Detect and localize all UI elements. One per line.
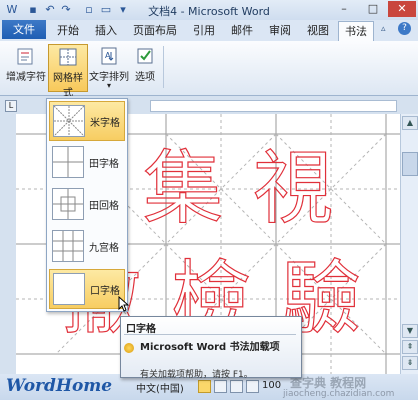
print-layout-view-icon[interactable]	[198, 380, 211, 393]
tianhui-grid-icon	[52, 188, 84, 220]
text-arrangement-dropdown-arrow: ▾	[106, 81, 111, 90]
tab-review[interactable]: 审阅	[264, 21, 296, 40]
char-1: 集	[142, 141, 223, 235]
text-arrangement-icon: A	[101, 47, 117, 65]
ruler-bar[interactable]	[150, 100, 397, 112]
mi-grid-icon	[53, 105, 85, 137]
kou-grid-icon	[53, 273, 85, 305]
add-remove-chars-button[interactable]: 增减字符	[6, 44, 46, 90]
vertical-ruler	[0, 114, 16, 374]
site-url-watermark: jiaocheng.chazidian.com	[283, 389, 395, 399]
scroll-down-icon[interactable]: ▼	[402, 324, 418, 338]
close-button[interactable]: ✕	[388, 1, 416, 17]
options-button[interactable]: 选项	[132, 44, 158, 90]
options-label: 选项	[135, 72, 155, 83]
help-icon[interactable]: ?	[398, 22, 411, 35]
grid-style-button[interactable]: 网格样式 ▾	[48, 44, 88, 106]
minimize-button[interactable]: –	[330, 1, 358, 17]
grid-option-label: 口字格	[90, 286, 120, 297]
zoom-level[interactable]: 100	[262, 380, 281, 391]
grid-option-mi[interactable]: 米字格	[49, 101, 125, 141]
grid-option-kou[interactable]: 口字格	[49, 269, 125, 309]
grid-option-label: 田回格	[89, 201, 119, 212]
tooltip-heading: Microsoft Word 书法加载项	[140, 342, 280, 353]
previous-page-icon[interactable]: ⇞	[402, 340, 418, 354]
ribbon-collapse-icon[interactable]: ▵	[381, 24, 386, 34]
tooltip-divider	[124, 334, 296, 335]
ribbon-divider	[163, 46, 164, 88]
tab-calligraphy[interactable]: 书法	[338, 21, 374, 41]
tooltip-title: 口字格	[126, 324, 156, 335]
grid-option-tian[interactable]: 田字格	[49, 143, 123, 181]
grid-option-jiugong[interactable]: 九宫格	[49, 227, 123, 265]
options-icon	[137, 48, 153, 64]
calligraphy-row-1: 集視	[128, 134, 400, 244]
web-layout-view-icon[interactable]	[230, 380, 243, 393]
tab-mailings[interactable]: 邮件	[226, 21, 258, 40]
jiugong-grid-icon	[52, 230, 84, 262]
tab-insert[interactable]: 插入	[90, 21, 122, 40]
text-arrangement-button[interactable]: A 文字排列 ▾	[88, 44, 130, 90]
wordhome-logo: WordHome	[6, 376, 113, 396]
full-screen-view-icon[interactable]	[214, 380, 227, 393]
add-remove-chars-icon	[17, 48, 33, 65]
grid-option-tianhui[interactable]: 田回格	[49, 185, 123, 223]
grid-style-icon	[59, 48, 77, 66]
add-remove-chars-label: 增减字符	[6, 72, 46, 83]
grid-option-label: 米字格	[90, 118, 120, 129]
mouse-cursor-icon	[118, 296, 130, 312]
tab-references[interactable]: 引用	[188, 21, 220, 40]
grid-option-label: 田字格	[89, 159, 119, 170]
scroll-thumb[interactable]	[402, 152, 418, 176]
tab-file[interactable]: 文件	[2, 20, 46, 39]
outline-view-icon[interactable]	[246, 380, 259, 393]
tab-home[interactable]: 开始	[52, 21, 84, 40]
scroll-up-icon[interactable]: ▲	[402, 116, 418, 130]
tab-selector-icon[interactable]: L	[5, 100, 17, 112]
maximize-button[interactable]: □	[359, 1, 387, 17]
tooltip-help-text: 有关加载项帮助，请按 F1。	[140, 370, 253, 380]
char-2: 視	[252, 141, 333, 235]
addin-gear-icon	[124, 343, 134, 353]
language-indicator[interactable]: 中文(中国)	[136, 380, 184, 395]
tian-grid-icon	[52, 146, 84, 178]
next-page-icon[interactable]: ⇟	[402, 356, 418, 370]
tab-view[interactable]: 视图	[302, 21, 334, 40]
tab-page-layout[interactable]: 页面布局	[128, 21, 182, 40]
grid-option-label: 九宫格	[89, 243, 119, 254]
